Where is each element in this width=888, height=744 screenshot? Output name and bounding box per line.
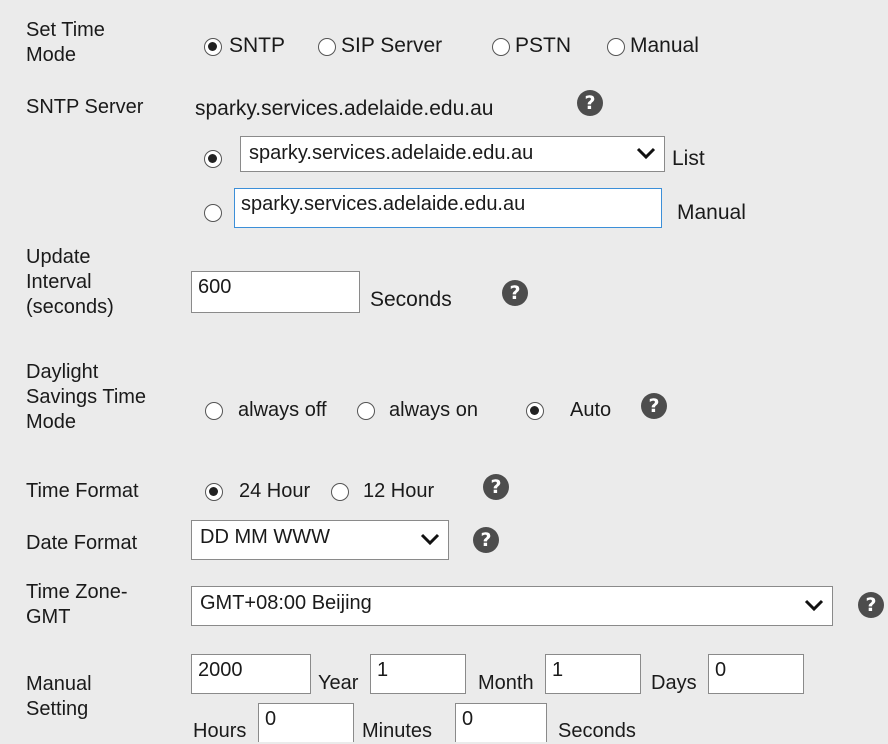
manual-hours-label: Hours (193, 720, 247, 742)
time-format-12h-radio[interactable] (331, 483, 349, 501)
set-time-mode-pstn-radio[interactable] (492, 38, 510, 56)
chevron-down-icon (420, 533, 440, 546)
help-question-icon[interactable]: ? (502, 280, 528, 306)
manual-seconds-label: Seconds (558, 720, 636, 742)
manual-days-label: Days (651, 672, 697, 694)
set-time-mode-sntp-label: SNTP (229, 34, 286, 57)
manual-setting-label: Manual Setting (26, 673, 92, 720)
update-interval-unit: Seconds (370, 288, 452, 311)
sntp-list-radio[interactable] (204, 150, 222, 168)
sntp-manual-radio[interactable] (204, 204, 222, 222)
sntp-server-manual-input[interactable]: sparky.services.adelaide.edu.au (234, 188, 662, 228)
dst-auto-radio[interactable] (526, 402, 544, 420)
manual-days-input[interactable]: 1 (545, 654, 641, 694)
time-format-24h-radio[interactable] (205, 483, 223, 501)
date-format-select[interactable]: DD MM WWW (191, 520, 449, 560)
chevron-down-icon (636, 147, 656, 160)
manual-year-label: Year (318, 672, 359, 694)
manual-hours-input[interactable]: 0 (708, 654, 804, 694)
time-format-24h-label: 24 Hour (239, 480, 311, 502)
help-question-icon[interactable]: ? (858, 592, 884, 618)
help-question-icon[interactable]: ? (577, 90, 603, 116)
time-zone-select[interactable]: GMT+08:00 Beijing (191, 586, 833, 626)
set-time-mode-manual-label: Manual (630, 34, 699, 57)
update-interval-input[interactable]: 600 (191, 271, 360, 313)
set-time-mode-sip-radio[interactable] (318, 38, 336, 56)
dst-auto-label: Auto (570, 399, 612, 421)
set-time-mode-sntp-radio[interactable] (204, 38, 222, 56)
help-question-icon[interactable]: ? (483, 474, 509, 500)
manual-seconds-input[interactable]: 0 (455, 703, 547, 742)
help-question-icon[interactable]: ? (641, 393, 667, 419)
sntp-server-list-select[interactable]: sparky.services.adelaide.edu.au (240, 136, 665, 172)
set-time-mode-sip-label: SIP Server (341, 34, 443, 57)
set-time-mode-manual-radio[interactable] (607, 38, 625, 56)
dst-always-on-label: always on (389, 399, 478, 421)
dst-always-off-label: always off (238, 399, 327, 421)
dst-always-on-radio[interactable] (357, 402, 375, 420)
sntp-list-label: List (672, 147, 705, 170)
date-format-label: Date Format (26, 532, 138, 554)
chevron-down-icon (804, 599, 824, 612)
manual-minutes-input[interactable]: 0 (258, 703, 354, 742)
time-format-label: Time Format (26, 480, 139, 502)
update-interval-label: Update Interval (seconds) (26, 246, 114, 318)
sntp-server-current: sparky.services.adelaide.edu.au (195, 97, 494, 120)
manual-month-input[interactable]: 1 (370, 654, 466, 694)
dst-always-off-radio[interactable] (205, 402, 223, 420)
dst-mode-label: Daylight Savings Time Mode (26, 361, 147, 433)
manual-month-label: Month (478, 672, 534, 694)
sntp-manual-label: Manual (677, 201, 746, 224)
help-question-icon[interactable]: ? (473, 527, 499, 553)
time-format-12h-label: 12 Hour (363, 480, 435, 502)
sntp-server-label: SNTP Server (26, 96, 144, 118)
set-time-mode-label: Set Time Mode (26, 19, 105, 66)
manual-minutes-label: Minutes (362, 720, 433, 742)
set-time-mode-pstn-label: PSTN (515, 34, 572, 57)
time-zone-label: Time Zone- GMT (26, 581, 128, 628)
manual-year-input[interactable]: 2000 (191, 654, 311, 694)
